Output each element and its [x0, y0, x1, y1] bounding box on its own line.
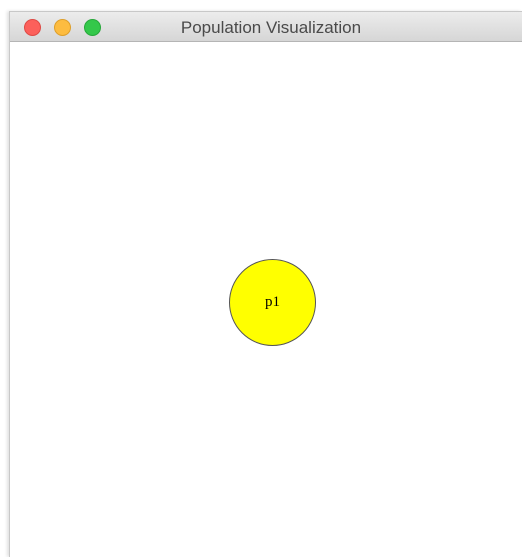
app-window: Population Visualization p1 [9, 11, 522, 557]
title-bar[interactable]: Population Visualization [10, 12, 522, 42]
node-label: p1 [265, 294, 280, 310]
population-node-p1[interactable]: p1 [229, 259, 316, 346]
window-title: Population Visualization [180, 18, 362, 37]
visualization-canvas[interactable]: p1 [10, 42, 522, 557]
